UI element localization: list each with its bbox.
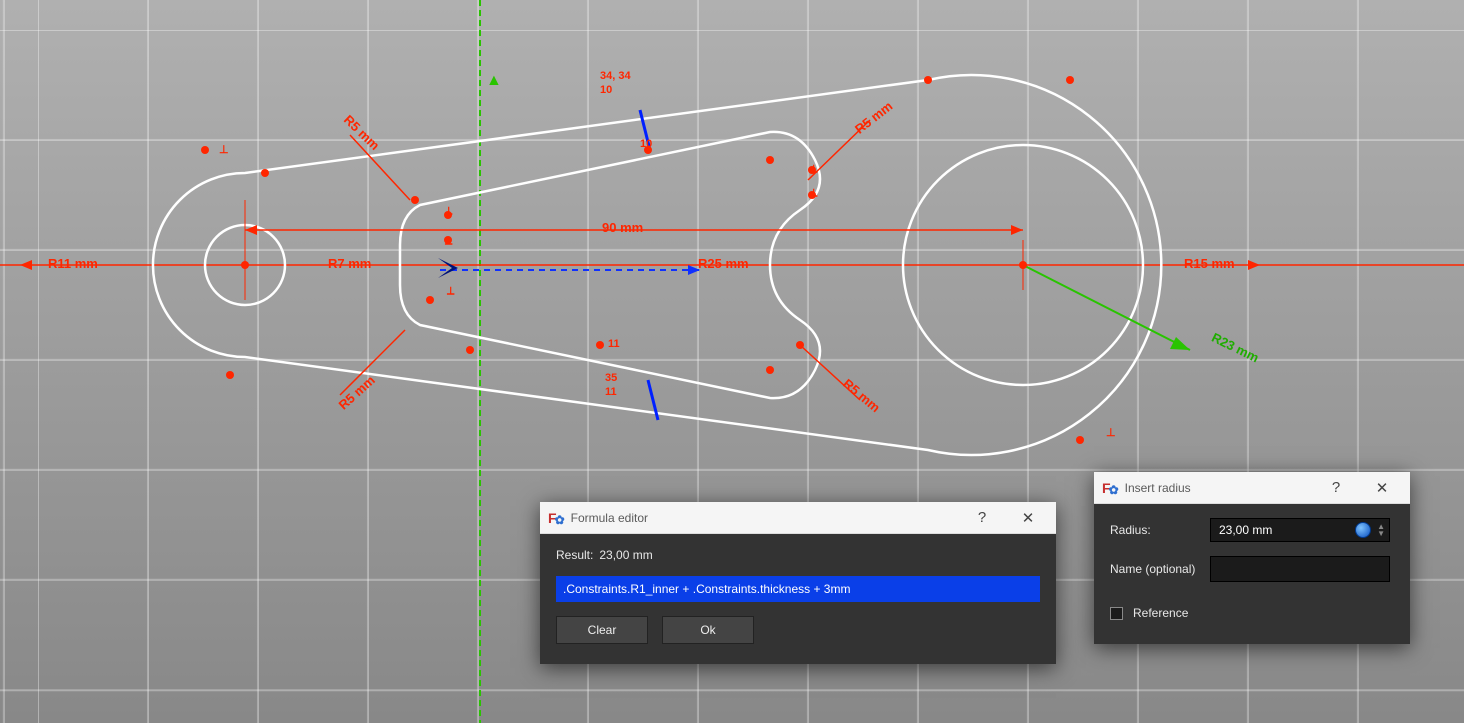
axis-y-arrowhead: ▲ (486, 72, 502, 89)
reference-label: Reference (1133, 606, 1188, 620)
origin-cursor-icon (438, 258, 458, 278)
formula-titlebar[interactable]: F✿ Formula editor ? ✕ (540, 502, 1056, 534)
close-button[interactable]: ✕ (1362, 473, 1402, 503)
help-button[interactable]: ? (962, 503, 1002, 533)
svg-text:⟂: ⟂ (446, 285, 455, 297)
svg-text:⊥: ⊥ (219, 144, 229, 156)
insert-radius-dialog[interactable]: F✿ Insert radius ? ✕ Radius: 23,00 mm ▲▼… (1094, 472, 1410, 644)
svg-text:⟂: ⟂ (809, 187, 818, 199)
result-label: Result: (556, 548, 593, 562)
dim-r25[interactable]: R25 mm (698, 256, 749, 271)
tag-11b[interactable]: 11 (605, 386, 617, 398)
tag-10b[interactable]: 10 (640, 138, 652, 150)
help-button[interactable]: ? (1316, 473, 1356, 503)
svg-text:⟂: ⟂ (444, 235, 453, 247)
centerline-arrow-right (1248, 260, 1260, 270)
radius-label: Radius: (1110, 523, 1200, 537)
result-value: 23,00 mm (599, 548, 652, 562)
r5-leader-tl (350, 135, 410, 200)
dim-r15[interactable]: R15 mm (1184, 256, 1235, 271)
name-input[interactable] (1210, 556, 1390, 582)
formula-editor-dialog[interactable]: F✿ Formula editor ? ✕ Result: 23,00 mm C… (540, 502, 1056, 664)
svg-text:⟂: ⟂ (809, 163, 818, 175)
svg-text:⊥: ⊥ (1106, 427, 1116, 439)
r23-radius-line (1023, 265, 1190, 350)
reference-checkbox[interactable] (1110, 607, 1123, 620)
radius-title: Insert radius (1125, 481, 1191, 495)
tag-10a[interactable]: 10 (600, 84, 612, 96)
formula-input[interactable] (556, 576, 1040, 602)
globe-icon[interactable] (1355, 522, 1371, 538)
app-icon: F✿ (1102, 480, 1119, 496)
dim-r7[interactable]: R7 mm (328, 256, 371, 271)
thickness-bottom (648, 380, 658, 420)
radius-value: 23,00 mm (1219, 523, 1355, 537)
r23-arrowhead (1170, 337, 1190, 350)
dim-90[interactable]: 90 mm (602, 220, 643, 235)
tag-34[interactable]: 34, 34 (600, 70, 631, 82)
app-icon: F✿ (548, 510, 565, 526)
ok-button[interactable]: Ok (662, 616, 754, 644)
name-label: Name (optional) (1110, 562, 1200, 576)
spin-arrows[interactable]: ▲▼ (1377, 523, 1385, 537)
radius-spinbox[interactable]: 23,00 mm ▲▼ (1210, 518, 1390, 542)
centerline-arrow-left (20, 260, 32, 270)
dim-r11[interactable]: R11 mm (48, 256, 98, 271)
formula-title: Formula editor (571, 511, 648, 525)
clear-button[interactable]: Clear (556, 616, 648, 644)
close-button[interactable]: ✕ (1008, 503, 1048, 533)
tag-11a[interactable]: 11 (608, 338, 620, 350)
radius-titlebar[interactable]: F✿ Insert radius ? ✕ (1094, 472, 1410, 504)
tag-35[interactable]: 35 (605, 372, 617, 384)
svg-text:⟂: ⟂ (444, 205, 453, 217)
